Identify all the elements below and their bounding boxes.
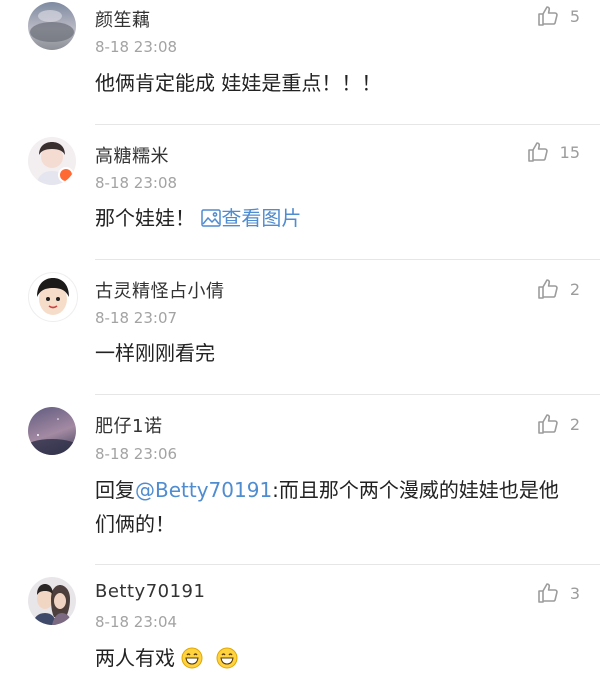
comment-item: 高糖糯米 8-18 23:08 那个娃娃！ 查看图片 15 [0,125,600,260]
comment-text-line1: :而且那个两个漫威的娃娃也是他 [272,478,559,502]
like-button[interactable]: 5 [536,4,580,28]
like-button[interactable]: 15 [526,140,580,164]
thumbs-up-icon [538,6,558,26]
comment-time: 8-18 23:07 [95,309,178,327]
like-count: 2 [569,279,580,299]
like-count: 2 [569,414,580,434]
comment-text-body: 那个娃娃！ [95,206,195,230]
comment-text: 一样刚刚看完 [95,341,215,365]
comment-time: 8-18 23:08 [95,174,178,192]
grinning-emoji-icon [216,647,238,669]
comment-text: 那个娃娃！ 查看图片 [95,201,301,235]
comment-author[interactable]: 高糖糯米 [95,142,169,168]
comment-item: 颜笙藕 8-18 23:08 他俩肯定能成 娃娃是重点！！！ 5 [0,0,600,125]
like-button[interactable]: 3 [536,581,580,605]
avatar[interactable] [28,272,78,322]
comment-text: 两人有戏 [95,641,238,675]
thumbs-up-icon [538,583,558,603]
comment-author[interactable]: 古灵精怪占小倩 [95,277,225,303]
like-count: 5 [569,6,580,26]
thumbs-up-icon [527,142,548,162]
thumbs-up-icon [538,414,558,434]
comment-list: 颜笙藕 8-18 23:08 他俩肯定能成 娃娃是重点！！！ 5 高糖糯米 8-… [0,0,600,675]
avatar[interactable] [28,2,76,50]
view-image-label: 查看图片 [221,206,302,230]
like-count: 3 [569,583,580,603]
image-icon [201,209,222,227]
comment-item: Betty70191 8-18 23:04 两人有戏 3 [0,565,600,675]
comment-time: 8-18 23:04 [95,613,178,631]
avatar[interactable] [28,577,76,625]
mention-link[interactable]: @Betty70191 [135,478,272,502]
comment-text-body: 两人有戏 [95,646,175,670]
comment-item: 古灵精怪占小倩 8-18 23:07 一样刚刚看完 2 [0,260,600,395]
comment-author[interactable]: 肥仔1诺 [95,412,162,438]
avatar[interactable] [28,407,76,455]
grinning-emoji-icon [181,647,203,669]
like-button[interactable]: 2 [536,412,580,436]
comment-text: 他俩肯定能成 娃娃是重点！！！ [95,71,382,95]
comment-text-line2: 们俩的！ [95,512,175,536]
comment-author[interactable]: 颜笙藕 [95,6,151,32]
comment-author[interactable]: Betty70191 [95,581,205,602]
view-image-link[interactable]: 查看图片 [201,206,301,230]
avatar[interactable] [28,137,76,185]
reply-prefix: 回复 [95,478,135,502]
comment-item: 肥仔1诺 8-18 23:06 回复@Betty70191:而且那个两个漫威的娃… [0,395,600,565]
comment-time: 8-18 23:06 [95,445,178,463]
like-button[interactable]: 2 [536,277,580,301]
thumbs-up-icon [538,279,558,299]
comment-text: 回复@Betty70191:而且那个两个漫威的娃娃也是他 们俩的！ [95,473,559,541]
comment-time: 8-18 23:08 [95,38,178,56]
like-count: 15 [559,142,580,162]
